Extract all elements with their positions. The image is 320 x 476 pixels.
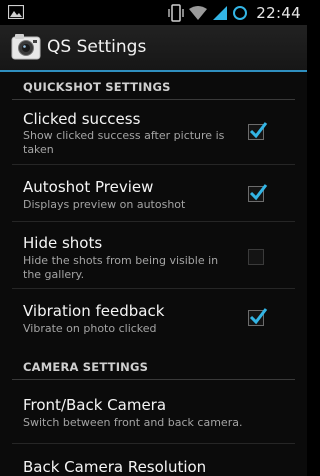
checkmark-icon <box>249 308 268 325</box>
pref-title: Autoshot Preview <box>23 178 154 196</box>
page-title: QS Settings <box>47 37 147 57</box>
checkmark-icon <box>249 184 268 201</box>
pref-title: Vibration feedback <box>23 302 165 320</box>
pref-summary: Switch between front and back camera. <box>23 416 243 429</box>
checkbox-autoshot-preview[interactable] <box>248 184 268 202</box>
status-bar: 22:44 <box>0 0 307 25</box>
app-camera-icon[interactable] <box>11 32 41 62</box>
wifi-icon <box>189 6 208 20</box>
status-time: 22:44 <box>256 4 301 22</box>
signal-icon <box>213 6 228 20</box>
pref-summary: Hide the shots from being visible in the… <box>23 254 219 281</box>
section-header-camera: CAMERA SETTINGS <box>23 360 149 374</box>
section-header-quickshot: QUICKSHOT SETTINGS <box>23 80 171 94</box>
pref-title: Hide shots <box>23 234 103 252</box>
image-notification-icon <box>8 5 24 19</box>
pref-summary: Show clicked success after picture is ta… <box>23 129 225 156</box>
checkbox-vibration-feedback[interactable] <box>248 308 268 326</box>
pref-title: Clicked success <box>23 110 141 128</box>
pref-summary: Vibrate on photo clicked <box>23 322 157 335</box>
vibrate-icon <box>168 4 184 22</box>
pref-title: Back Camera Resolution <box>23 458 207 476</box>
sync-icon <box>233 6 248 20</box>
checkbox-hide-shots[interactable] <box>248 249 264 265</box>
checkmark-icon <box>249 122 268 139</box>
pref-title: Front/Back Camera <box>23 396 167 414</box>
checkbox-clicked-success[interactable] <box>248 122 268 140</box>
pref-summary: Displays preview on autoshot <box>23 198 186 211</box>
